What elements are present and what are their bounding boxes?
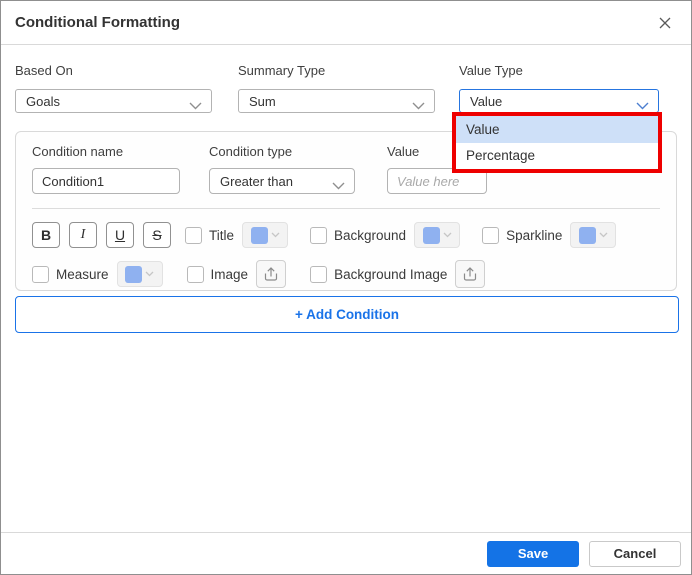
title-checkbox[interactable] [185, 226, 202, 244]
chevron-down-icon [599, 232, 608, 238]
value-type-label: Value Type [459, 63, 523, 78]
summary-type-value: Sum [249, 93, 276, 109]
title-color-swatch [250, 226, 268, 244]
condition-type-label: Condition type [209, 144, 293, 159]
based-on-select[interactable]: Goals [15, 89, 212, 113]
background-color-swatch [422, 226, 440, 244]
conditional-formatting-dialog: Conditional Formatting Based On Goals Su… [0, 0, 692, 575]
format-row-1: B I U S Title Background Sparkline [32, 221, 660, 249]
background-label: Background [334, 227, 407, 243]
chevron-down-icon [271, 232, 279, 238]
measure-label: Measure [56, 266, 109, 282]
image-label: Image [210, 266, 249, 282]
underline-button[interactable]: U [106, 222, 134, 248]
sparkline-color-swatch [578, 226, 596, 244]
measure-checkbox[interactable] [32, 265, 49, 283]
dialog-footer: Save Cancel [1, 532, 691, 574]
dropdown-option-value[interactable]: Value [456, 116, 658, 143]
title-label: Title [209, 227, 235, 243]
save-button[interactable]: Save [487, 540, 579, 567]
bold-button[interactable]: B [32, 222, 60, 248]
background-image-upload-button[interactable] [455, 260, 486, 288]
sparkline-checkbox[interactable] [482, 226, 500, 244]
based-on-label: Based On [15, 63, 73, 78]
panel-divider [32, 208, 660, 209]
format-row-2: Measure Image Background Image [32, 260, 660, 288]
condition-name-group: Condition name [32, 142, 180, 194]
background-image-checkbox[interactable] [310, 265, 328, 283]
value-type-select[interactable]: Value [459, 89, 659, 113]
dropdown-option-percentage[interactable]: Percentage [456, 142, 658, 169]
condition-type-value: Greater than [220, 173, 293, 189]
based-on-field: Based On Goals [15, 63, 212, 113]
chevron-down-icon [443, 232, 452, 238]
dialog-title: Conditional Formatting [15, 14, 180, 31]
value-type-field: Value Type Value [459, 63, 659, 113]
background-image-label: Background Image [334, 266, 448, 282]
upload-icon [264, 267, 278, 281]
chevron-down-icon [636, 98, 649, 113]
title-toggle: Title [185, 222, 289, 248]
close-icon[interactable] [655, 13, 675, 33]
top-controls: Based On Goals Summary Type Sum Value Ty… [1, 45, 691, 113]
image-toggle: Image [186, 260, 287, 288]
background-color-picker[interactable] [414, 222, 461, 248]
background-toggle: Background [310, 222, 461, 248]
background-image-toggle: Background Image [310, 260, 486, 288]
summary-type-select[interactable]: Sum [238, 89, 435, 113]
add-condition-button[interactable]: + Add Condition [15, 296, 679, 333]
upload-icon [464, 267, 477, 281]
summary-type-label: Summary Type [238, 63, 326, 78]
condition-name-input[interactable] [32, 168, 180, 194]
condition-type-select[interactable]: Greater than [209, 168, 355, 194]
cancel-button[interactable]: Cancel [589, 540, 681, 567]
italic-button[interactable]: I [69, 222, 97, 248]
title-color-picker[interactable] [242, 222, 289, 248]
based-on-value: Goals [26, 93, 60, 109]
dialog-header: Conditional Formatting [1, 1, 691, 45]
chevron-down-icon [412, 98, 425, 113]
condition-type-group: Condition type Greater than [209, 142, 355, 194]
measure-toggle: Measure [32, 261, 163, 287]
value-type-value: Value [470, 93, 503, 109]
summary-type-field: Summary Type Sum [238, 63, 435, 113]
strikethrough-button[interactable]: S [143, 222, 171, 248]
image-upload-button[interactable] [256, 260, 287, 288]
image-checkbox[interactable] [186, 265, 204, 283]
value-type-dropdown-list: Value Percentage [452, 112, 662, 173]
sparkline-toggle: Sparkline [482, 222, 617, 248]
sparkline-label: Sparkline [506, 227, 563, 243]
condition-name-label: Condition name [32, 144, 124, 159]
chevron-down-icon [332, 178, 345, 193]
measure-color-picker[interactable] [116, 261, 163, 287]
chevron-down-icon [189, 98, 202, 113]
measure-color-swatch [125, 265, 143, 283]
chevron-down-icon [145, 271, 154, 277]
background-checkbox[interactable] [310, 226, 328, 244]
sparkline-color-picker[interactable] [570, 222, 617, 248]
